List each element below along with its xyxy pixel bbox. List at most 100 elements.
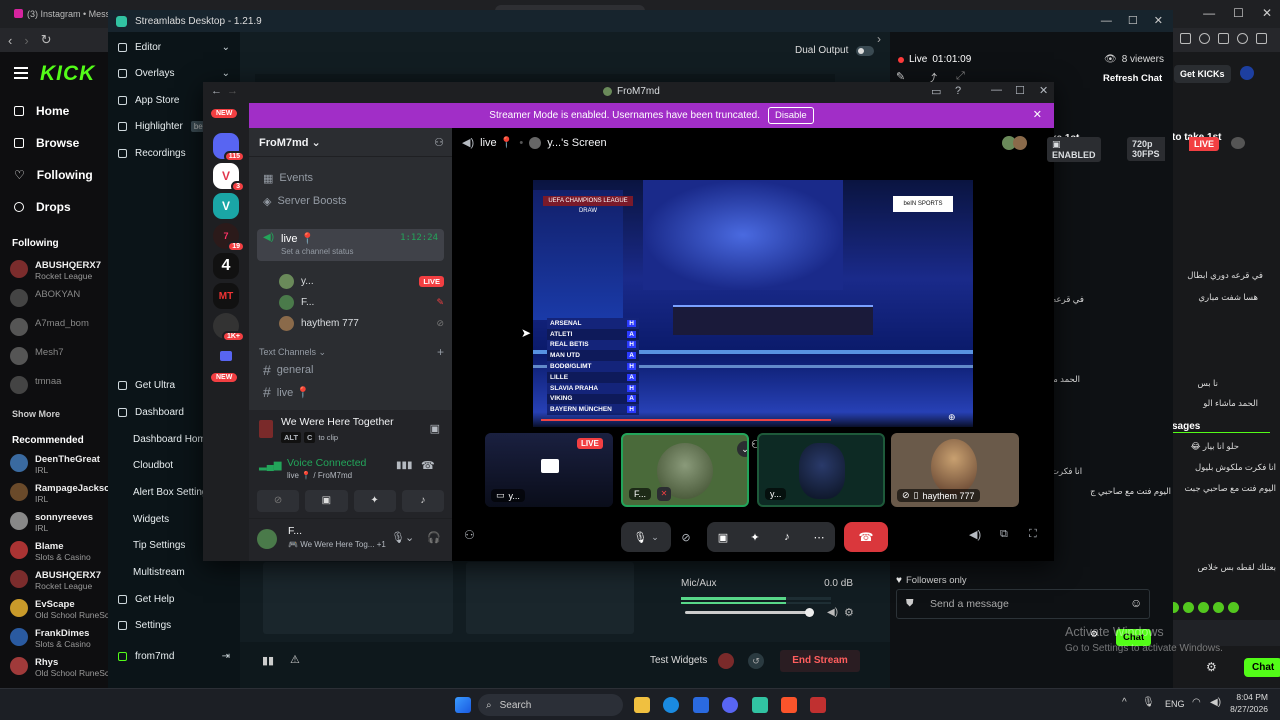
channel-status-placeholder[interactable]: Set a channel status [281,247,354,256]
minimize-icon[interactable]: — [1101,15,1112,27]
close-icon[interactable]: ✕ [1154,14,1163,27]
add-member-icon[interactable]: ⚇ [434,136,444,149]
close-icon[interactable]: ✕ [1039,84,1048,97]
channel-row[interactable]: DeenTheGreat IRL [10,454,108,475]
dual-output-toggle[interactable]: Dual Output [795,45,875,56]
store-icon[interactable] [693,697,709,713]
channel-row[interactable]: Mesh7 [10,347,108,365]
channel-row[interactable]: Blame Slots & Casino [10,541,108,562]
reload-icon[interactable]: ↻ [41,32,52,48]
logout-icon[interactable]: ⇥ [222,651,230,662]
nav-browse[interactable]: Browse [14,136,79,150]
replay-buffer-icon[interactable]: ↺ [748,653,764,669]
fullscreen-icon[interactable]: ⛶ [1029,528,1037,541]
nav-following[interactable]: ♡ Following [14,168,93,182]
folder-icon[interactable] [213,343,239,369]
record-button[interactable] [718,653,734,669]
server-name[interactable]: FroM7md ⌄ [259,136,321,149]
invite-user-icon[interactable]: ⚇ [464,528,475,542]
taskbar-search[interactable]: ⌕ Search [478,694,623,716]
server-icon[interactable]: MT [213,283,239,309]
disconnect-icon[interactable]: ☎ [421,459,435,472]
sidebar-item-editor[interactable]: Editor ⌄ [108,36,240,58]
gear-icon[interactable]: ⚙ [844,606,854,619]
sidebar-item-get-help[interactable]: Get Help [108,588,240,610]
emote-icon[interactable] [1228,602,1239,613]
speaker-icon[interactable]: ◀) [827,607,838,618]
chevron-down-icon[interactable]: ⌄ [222,68,230,79]
voice-user[interactable]: F... ✎ [279,292,444,312]
sidebar-item-from7md[interactable]: from7md ⇥ [108,645,240,667]
nav-drops[interactable]: Drops [14,200,71,214]
more-icon[interactable]: ⋯ [805,531,833,544]
chat-bubble-icon[interactable] [1231,137,1245,149]
server-icon[interactable]: 1K+ [213,313,245,342]
extension-icon[interactable] [1199,33,1210,44]
app-icon[interactable] [810,697,826,713]
emote-icon[interactable] [1183,602,1194,613]
server-icon[interactable]: 7 19 [213,223,245,252]
close-icon[interactable]: ✕ [1262,6,1272,20]
microphone-control[interactable]: 🎙 ⌄ [621,522,671,552]
participant-tile[interactable]: LIVE ▭ y... [485,433,613,507]
server-icon[interactable]: V [213,193,239,219]
start-icon[interactable] [455,697,471,713]
events-item[interactable]: ▦ Events [257,168,444,188]
camera-control[interactable]: ⊘ [675,522,697,552]
channel-row[interactable]: tmnaa [10,376,108,394]
microphone-icon[interactable]: 🎙⌄ [391,531,414,544]
shield-icon[interactable] [1237,33,1248,44]
server-boosts-item[interactable]: ◈ Server Boosts [257,191,444,211]
profile-avatar[interactable] [1240,66,1254,80]
brave-icon[interactable] [781,697,797,713]
forward-arrow-icon[interactable]: → [227,85,238,97]
server-icon[interactable]: 4 [213,253,239,279]
chevron-down-icon[interactable]: ⌄ [651,532,659,543]
alert-icon[interactable]: ⚠ [290,653,300,666]
refresh-chat-button[interactable]: Refresh Chat [1103,73,1162,84]
test-widgets-button[interactable]: Test Widgets [650,655,707,666]
chat-input[interactable]: ⛊ Send a message ☺ [896,589,1150,619]
sidebar-item-multistream[interactable]: Multistream [108,561,240,583]
volume-icon[interactable]: ◀) [1210,697,1221,708]
streamlabs-icon[interactable] [752,697,768,713]
back-arrow-icon[interactable]: ← [211,85,222,97]
hamburger-menu-icon[interactable] [14,67,28,79]
translate-icon[interactable] [1218,33,1229,44]
channel-row[interactable]: EvScape Old School RuneScape [10,599,123,620]
inbox-icon[interactable]: ▭ [931,85,941,98]
popout-icon[interactable]: ⧉ [1000,528,1008,541]
edge-icon[interactable] [663,697,679,713]
valorant-server-icon[interactable]: V3 [213,163,245,192]
text-channel-live[interactable]: # live 📍 [257,382,444,402]
channel-row[interactable]: RampageJackson IRL [10,483,116,504]
show-more-link[interactable]: Show More [12,409,60,419]
participant-tile[interactable]: y... [757,433,885,507]
discord-icon[interactable] [722,697,738,713]
channel-row[interactable]: sonnyreeves IRL [10,512,108,533]
sidebar-item-settings[interactable]: Settings [108,614,240,636]
participant-tile[interactable]: F... ✕ ⌄ [621,433,749,507]
nav-home[interactable]: Home [14,104,69,118]
toggle-switch[interactable] [856,45,875,56]
headphones-icon[interactable]: 🎧 [427,531,441,544]
participant-tile[interactable]: ⊘ ▯ haythem 777 [891,433,1019,507]
screen-share-video[interactable]: UEFA CHAMPIONS LEAGUE DRAW beIN SPORTS A… [533,180,973,427]
maximize-icon[interactable]: ☐ [1015,84,1025,97]
disable-streamer-mode-button[interactable]: Disable [768,107,814,124]
channel-row[interactable]: ABUSHQERX7 Rocket League [10,260,108,281]
kick-chat-send-button[interactable]: Chat [1244,658,1280,677]
language-indicator[interactable]: ENG [1165,699,1185,709]
back-icon[interactable]: ‹ [8,33,12,48]
minimize-icon[interactable]: — [1203,6,1215,20]
soundboard-icon[interactable]: ♪ [773,531,801,543]
voice-channel-live[interactable]: ◀) live 📍 1:12:24 Set a channel status [257,229,444,261]
emoji-icon[interactable]: ☺ [1130,596,1142,610]
end-stream-button[interactable]: End Stream [780,650,860,672]
channel-row[interactable]: ABUSHQERX7 Rocket League [10,570,108,591]
zoom-icon[interactable]: ⊕ [948,412,956,423]
maximize-icon[interactable]: ☐ [1128,14,1138,27]
emote-icon[interactable] [1213,602,1224,613]
activities-button[interactable]: ✦ [353,490,396,512]
chevron-down-icon[interactable]: ⌄ [737,441,747,457]
